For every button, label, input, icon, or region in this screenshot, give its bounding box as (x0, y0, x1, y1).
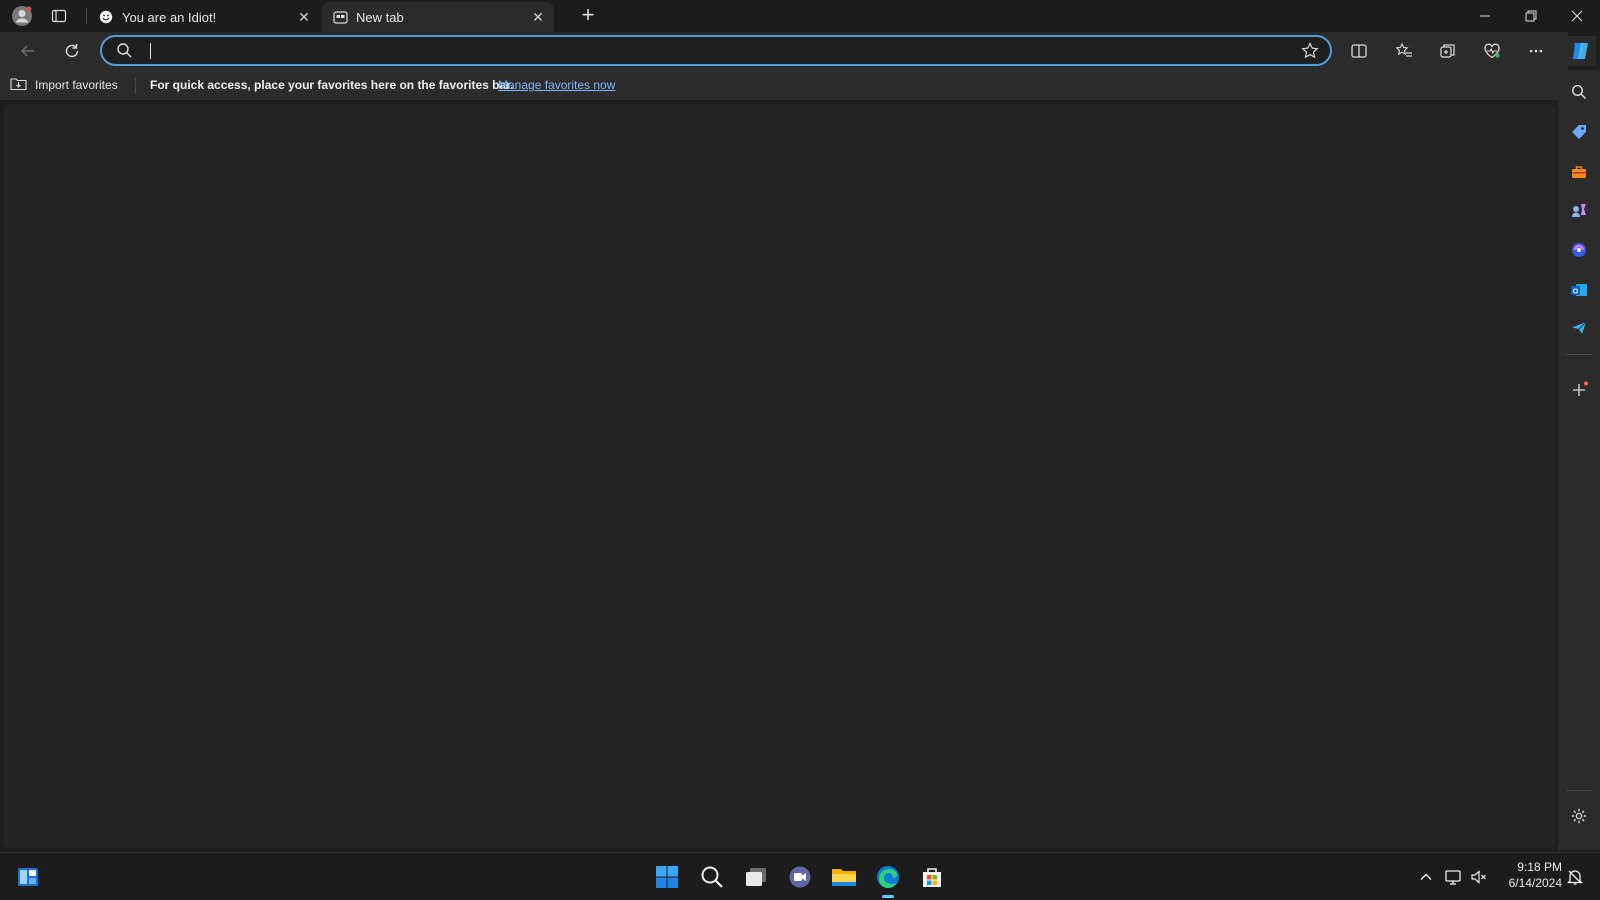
widgets-icon[interactable] (12, 861, 44, 893)
back-button[interactable] (14, 37, 42, 65)
search-icon (116, 42, 133, 64)
newtab-page-icon (332, 9, 348, 25)
text-caret (150, 43, 151, 59)
shopping-tag-icon[interactable] (1563, 116, 1595, 148)
games-icon[interactable] (1563, 194, 1595, 226)
page-content (4, 104, 1556, 848)
restore-button[interactable] (1508, 0, 1554, 32)
microsoft-365-icon[interactable] (1563, 234, 1595, 266)
search-icon[interactable] (696, 861, 728, 893)
manage-favorites-link[interactable]: Manage favorites now (498, 78, 615, 92)
tab-separator (86, 8, 87, 24)
tab-new-tab[interactable]: New tab ✕ (322, 2, 554, 32)
favorite-star-icon[interactable] (1300, 41, 1320, 66)
close-tab-icon[interactable]: ✕ (292, 5, 316, 29)
sidebar-separator (1566, 354, 1592, 355)
tab-title: New tab (356, 9, 404, 25)
clock-date: 6/14/2024 (1508, 876, 1562, 890)
toolbar (0, 32, 1568, 70)
browser-essentials-icon[interactable] (1478, 37, 1506, 65)
drop-send-icon[interactable] (1563, 312, 1595, 344)
import-folder-icon (10, 76, 27, 94)
show-hidden-icons-chevron-icon[interactable] (1416, 867, 1436, 887)
address-input[interactable] (154, 39, 1254, 63)
favorites-bar: Import favorites For quick access, place… (0, 70, 1568, 100)
collections-button[interactable] (1434, 37, 1462, 65)
split-screen-button[interactable] (1345, 37, 1373, 65)
add-sidebar-app-icon[interactable] (1563, 374, 1595, 406)
sidebar-search-icon[interactable] (1563, 76, 1595, 108)
outlook-icon[interactable]: O (1563, 274, 1595, 306)
start-icon[interactable] (651, 861, 683, 893)
smiley-icon (98, 9, 114, 25)
tools-briefcase-icon[interactable] (1563, 156, 1595, 188)
profile-avatar-icon[interactable] (10, 4, 34, 28)
refresh-button[interactable] (58, 37, 86, 65)
close-tab-icon[interactable]: ✕ (526, 5, 550, 29)
title-bar: You are an Idiot! ✕ New tab ✕ + (0, 0, 1600, 32)
sidebar-settings-gear-icon[interactable] (1563, 800, 1595, 832)
clock-time: 9:18 PM (1517, 860, 1562, 874)
tab-title: You are an Idiot! (122, 9, 217, 25)
address-bar[interactable] (100, 35, 1332, 66)
system-clock[interactable]: 9:18 PM 6/14/2024 (1496, 859, 1562, 891)
volume-muted-icon[interactable] (1469, 867, 1489, 887)
minimize-button[interactable] (1462, 0, 1508, 32)
network-icon[interactable] (1443, 867, 1463, 887)
teams-chat-icon[interactable] (784, 861, 816, 893)
task-view-icon[interactable] (740, 861, 772, 893)
favorites-separator (135, 78, 136, 94)
notifications-icon[interactable] (1565, 867, 1585, 887)
favorites-button[interactable] (1390, 37, 1418, 65)
sidebar: O (1558, 70, 1600, 850)
favorites-bar-message: For quick access, place your favorites h… (150, 78, 514, 92)
svg-text:O: O (1573, 289, 1579, 296)
tab-actions-icon[interactable] (47, 4, 71, 28)
copilot-icon[interactable] (1566, 36, 1596, 66)
import-favorites-label: Import favorites (35, 78, 118, 92)
sidebar-separator (1566, 790, 1592, 791)
new-tab-button[interactable]: + (576, 4, 600, 28)
settings-more-icon[interactable] (1522, 37, 1550, 65)
close-window-button[interactable] (1554, 0, 1600, 32)
import-favorites-button[interactable]: Import favorites (10, 76, 118, 94)
file-explorer-icon[interactable] (828, 861, 860, 893)
edge-icon[interactable] (872, 861, 904, 898)
store-icon[interactable] (916, 861, 948, 893)
taskbar: 9:18 PM 6/14/2024 (0, 852, 1600, 900)
tab-you-are-an-idiot[interactable]: You are an Idiot! ✕ (88, 2, 320, 32)
